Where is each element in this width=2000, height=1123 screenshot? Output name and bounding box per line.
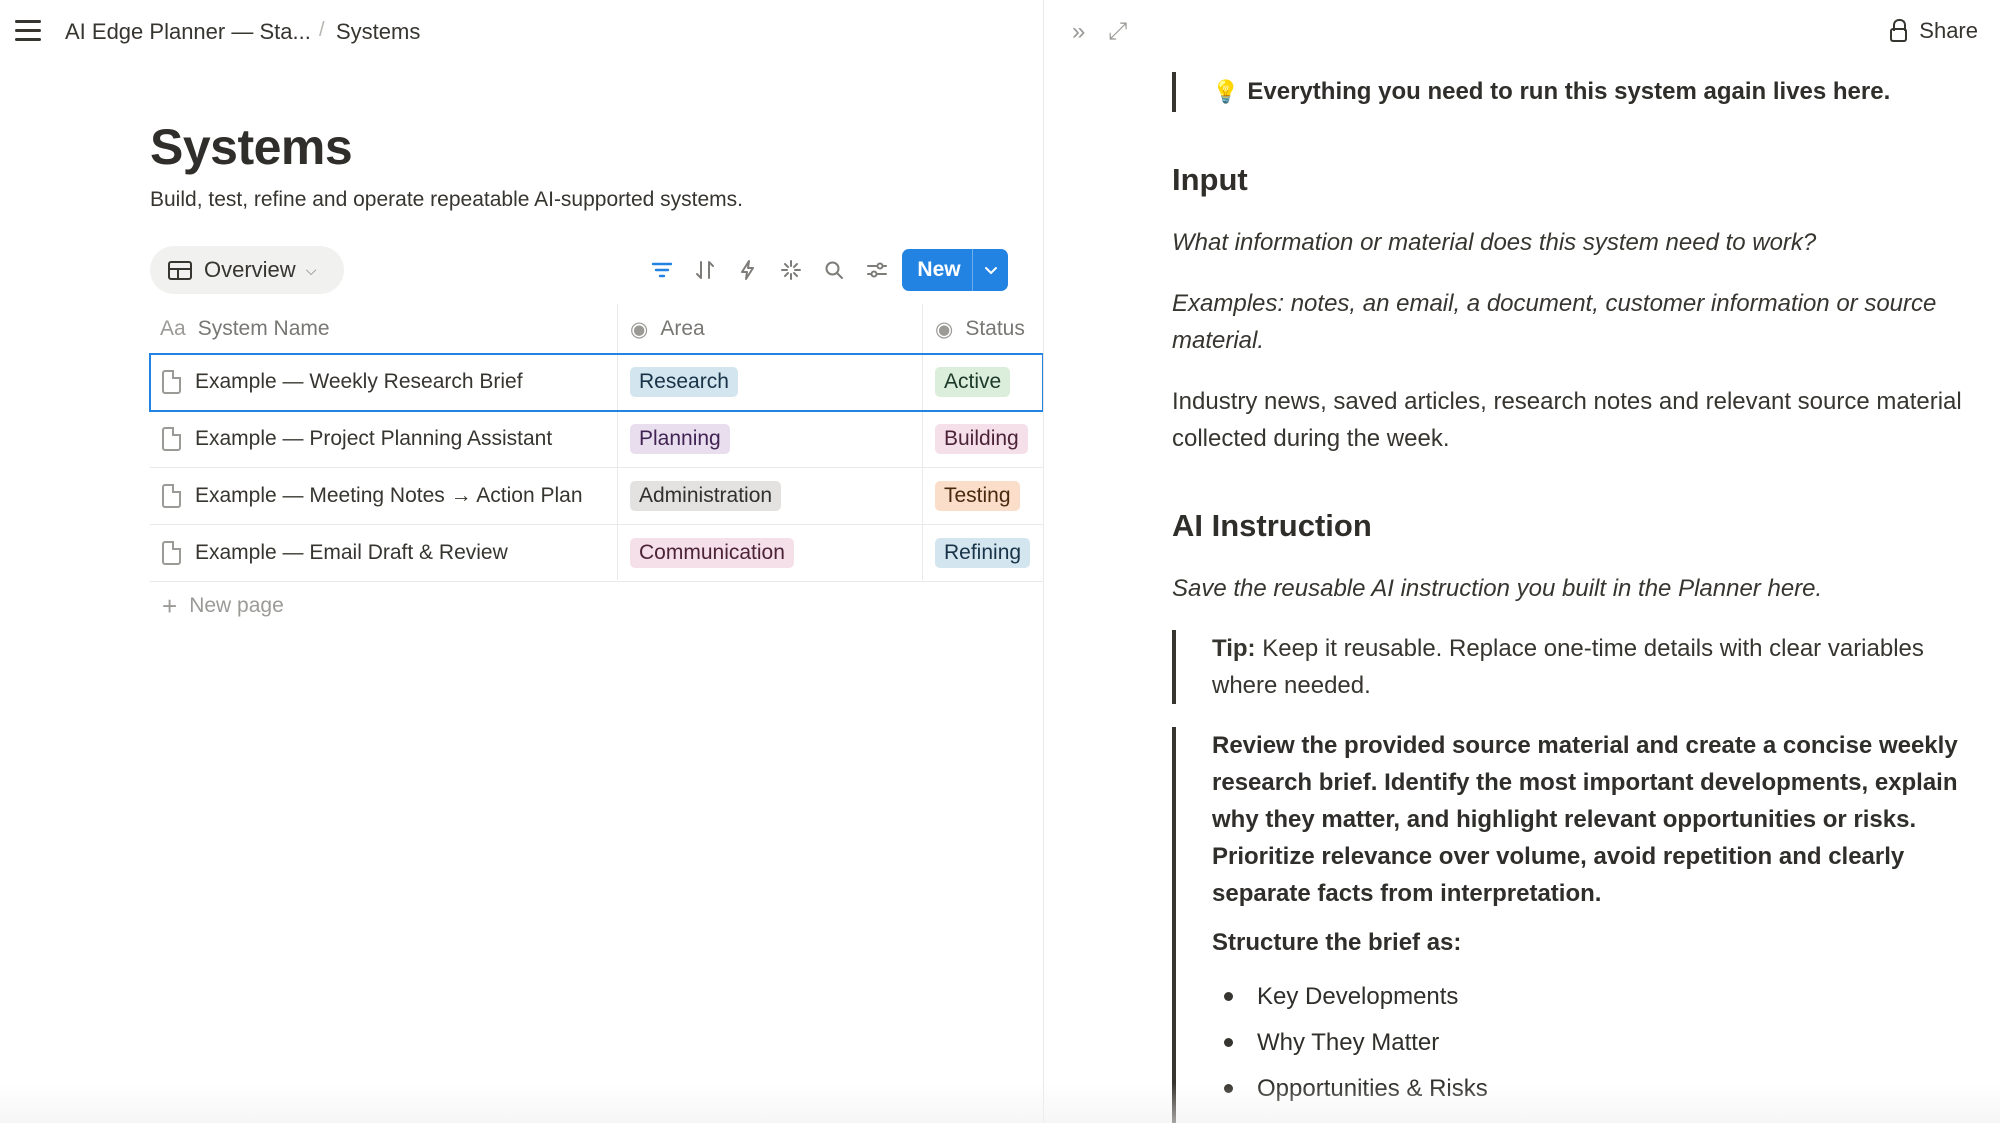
status-cell[interactable]: Building — [935, 411, 1028, 467]
area-tag: Communication — [630, 538, 794, 568]
column-header-status[interactable]: ◉ Status — [935, 304, 1025, 354]
page-icon — [162, 370, 181, 394]
page-icon — [162, 484, 181, 508]
page-icon — [162, 541, 181, 565]
instruction-quote: Review the provided source material and … — [1172, 727, 1972, 1123]
input-question: What information or material does this s… — [1172, 229, 1817, 256]
settings-sliders-icon[interactable] — [855, 250, 898, 290]
area-tag: Administration — [630, 481, 782, 511]
top-bar: AI Edge Planner — Sta... / Systems — [0, 0, 1043, 64]
tip-quote: Tip: Keep it reusable. Replace one-time … — [1172, 630, 1972, 704]
ai-instruction-hint: Save the reusable AI instruction you bui… — [1172, 575, 1823, 602]
structure-label: Structure the brief as: — [1212, 929, 1462, 956]
database-toolbar — [640, 250, 898, 290]
area-cell[interactable]: Research — [630, 354, 738, 410]
bullet-icon — [1224, 1083, 1233, 1093]
input-heading: Input — [1172, 162, 1248, 197]
system-name-cell[interactable]: Example — Email Draft & Review — [162, 525, 508, 581]
breadcrumb-current[interactable]: Systems — [336, 19, 420, 45]
tip-label: Tip: — [1212, 635, 1256, 662]
table-row[interactable]: Example — Project Planning Assistant Plan… — [150, 411, 1043, 468]
chevron-down-icon: ⌵ — [305, 261, 317, 278]
status-cell[interactable]: Testing — [935, 468, 1020, 524]
view-tab-label: Overview — [204, 257, 296, 282]
chevron-down-icon[interactable] — [972, 249, 1008, 291]
breadcrumb-workspace[interactable]: AI Edge Planner — Sta... — [65, 19, 311, 45]
tip-text: Keep it reusable. Replace one-time detai… — [1212, 635, 1924, 699]
instruction-text[interactable]: Review the provided source material and … — [1212, 727, 1972, 912]
status-property-icon: ◉ — [935, 317, 954, 341]
database-pane: AI Edge Planner — Sta... / Systems Syste… — [0, 0, 1043, 1123]
area-tag: Planning — [630, 424, 730, 454]
bullet-icon — [1224, 1037, 1233, 1047]
table-body: Example — Weekly Research Brief Research A… — [149, 353, 1043, 582]
system-name-cell[interactable]: Example — Project Planning Assistant — [162, 411, 552, 467]
system-name[interactable]: Example — Email Draft & Review — [195, 541, 508, 565]
ai-instruction-heading: AI Instruction — [1172, 508, 1372, 543]
table-row[interactable]: Example — Email Draft & Review Communicat… — [150, 525, 1043, 582]
new-button-label[interactable]: New — [902, 249, 972, 291]
table-header: Aa System Name ◉ Area ◉ Status — [150, 304, 1043, 354]
status-cell[interactable]: Refining — [935, 525, 1031, 581]
system-name[interactable]: Example — Project Planning Assistant — [195, 427, 552, 451]
lock-icon — [1890, 19, 1908, 42]
view-tab-overview[interactable]: Overview ⌵ — [150, 246, 344, 294]
structure-item: Key Developments — [1212, 973, 1972, 1019]
input-examples: Examples: notes, an email, a document, c… — [1172, 290, 1937, 354]
structure-item: Why They Matter — [1212, 1019, 1972, 1065]
menu-icon[interactable] — [15, 20, 41, 42]
area-cell[interactable]: Administration — [630, 468, 782, 524]
share-button[interactable]: Share — [1890, 18, 1978, 44]
plus-icon: + — [162, 591, 178, 621]
ai-sparkle-icon[interactable] — [769, 250, 812, 290]
close-panel-icon[interactable]: » — [1072, 18, 1085, 46]
system-name-cell[interactable]: Example — Weekly Research Brief — [162, 354, 523, 410]
detail-pane: » ⤢ Share 💡 Everything you need to run t… — [1044, 0, 2000, 1123]
lightbulb-icon: 💡 — [1212, 79, 1240, 104]
page-title: Systems — [150, 119, 353, 175]
bullet-icon — [1224, 991, 1233, 1001]
table-row[interactable]: Example — Weekly Research Brief Research A… — [149, 353, 1043, 412]
expand-icon[interactable]: ⤢ — [1108, 18, 1127, 46]
select-property-icon: ◉ — [630, 317, 649, 341]
area-tag: Research — [630, 367, 738, 397]
system-name[interactable]: Example — Weekly Research Brief — [195, 370, 523, 394]
status-badge: Active — [935, 367, 1011, 397]
area-cell[interactable]: Communication — [630, 525, 794, 581]
filter-icon[interactable] — [640, 250, 683, 290]
new-page-button[interactable]: + New page — [162, 591, 284, 621]
status-badge: Building — [935, 424, 1028, 454]
system-name-cell[interactable]: Example — Meeting Notes → Action Plan — [162, 468, 583, 524]
status-badge: Refining — [935, 538, 1031, 568]
column-header-area[interactable]: ◉ Area — [630, 304, 705, 354]
breadcrumb-separator: / — [319, 19, 325, 41]
callout-block: 💡 Everything you need to run this system… — [1172, 72, 1890, 112]
automation-lightning-icon[interactable] — [726, 250, 769, 290]
search-icon[interactable] — [812, 250, 855, 290]
sort-icon[interactable] — [683, 250, 726, 290]
page-icon — [162, 427, 181, 451]
table-row[interactable]: Example — Meeting Notes → Action Plan Adm… — [150, 468, 1043, 525]
structure-item: Opportunities & Risks — [1212, 1065, 1972, 1111]
structure-list: Key Developments Why They Matter Opportuni… — [1212, 973, 1972, 1111]
status-badge: Testing — [935, 481, 1020, 511]
systems-table: Aa System Name ◉ Area ◉ Status Example —… — [149, 304, 1043, 619]
text-property-icon: Aa — [160, 317, 186, 340]
system-name[interactable]: Example — Meeting Notes → Action Plan — [195, 484, 583, 508]
table-icon — [168, 260, 192, 280]
input-value[interactable]: Industry news, saved articles, research … — [1172, 383, 1962, 457]
column-header-name[interactable]: Aa System Name — [160, 304, 330, 354]
status-cell[interactable]: Active — [935, 354, 1011, 410]
area-cell[interactable]: Planning — [630, 411, 730, 467]
new-button[interactable]: New — [902, 249, 1008, 291]
page-description: Build, test, refine and operate repeatab… — [150, 188, 744, 211]
